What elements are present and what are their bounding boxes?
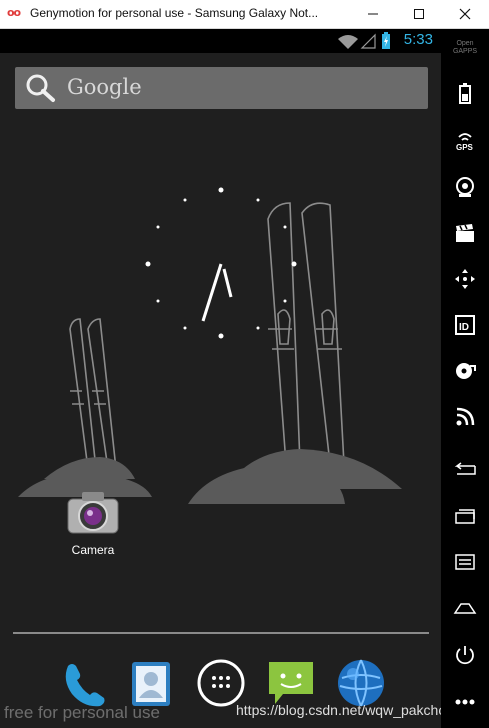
svg-text:ID: ID (459, 322, 469, 333)
move-arrows-icon (455, 269, 475, 289)
home-icon (453, 603, 477, 614)
clock-minute-hand (201, 263, 223, 322)
wallpaper-skis-scene (18, 187, 402, 504)
gps-widget-button[interactable]: GPS (448, 123, 482, 157)
search-placeholder: Google (67, 75, 142, 99)
minimize-button[interactable] (350, 0, 396, 28)
power-icon (456, 646, 474, 665)
clapperboard-icon (456, 224, 474, 242)
more-options-button[interactable] (448, 685, 482, 719)
open-gapps-logo: Open GAPPS (452, 40, 478, 55)
webcam-icon (456, 177, 474, 197)
phone-icon (65, 664, 105, 707)
disk-icon (456, 363, 476, 379)
svg-text:GPS: GPS (456, 143, 474, 151)
identifiers-widget-button[interactable]: ID (448, 308, 482, 342)
id-card-icon: ID (455, 315, 475, 335)
clock-hour-hand (222, 268, 233, 298)
back-button[interactable] (448, 453, 482, 487)
rss-icon (456, 407, 475, 426)
back-arrow-icon (454, 462, 476, 475)
menu-icon (455, 554, 475, 570)
maximize-button[interactable] (396, 0, 442, 28)
battery-charging-icon (382, 32, 390, 49)
webcam-widget-button[interactable] (448, 170, 482, 204)
camera-app-icon[interactable]: Camera (58, 489, 128, 557)
app-grid-icon (197, 659, 245, 707)
disk-io-widget-button[interactable] (448, 354, 482, 388)
close-icon (459, 8, 471, 20)
battery-icon (459, 83, 471, 104)
gps-icon: GPS (456, 133, 474, 151)
watermark-personal-use: free for personal use (4, 703, 160, 722)
status-clock: 5:33 (403, 31, 433, 48)
more-dots-icon (455, 699, 475, 705)
android-screen: 5:33 Google Camera free for personal use… (0, 29, 441, 728)
home-button[interactable] (448, 591, 482, 625)
genymotion-app-icon: oo (7, 6, 21, 19)
window-titlebar: oo Genymotion for personal use - Samsung… (0, 0, 489, 29)
camera-icon (67, 492, 119, 534)
wifi-icon (338, 35, 358, 49)
remote-control-widget-button[interactable] (448, 262, 482, 296)
network-widget-button[interactable] (448, 400, 482, 434)
watermark-blog-url: https://blog.csdn.net/wqw_pakchoi (236, 702, 441, 718)
status-bar: 5:33 (0, 29, 441, 53)
maximize-icon (414, 9, 424, 19)
dock-divider (13, 632, 429, 634)
contacts-icon (132, 662, 170, 706)
screencast-widget-button[interactable] (448, 216, 482, 250)
message-icon (269, 662, 313, 704)
power-button[interactable] (448, 638, 482, 672)
camera-app-label: Camera (71, 543, 115, 557)
menu-button[interactable] (448, 545, 482, 579)
globe-icon (338, 659, 384, 707)
signal-icon (360, 33, 376, 49)
search-icon (26, 74, 55, 102)
genymotion-sidebar: Open GAPPS GPS ID (441, 29, 489, 728)
window-title: Genymotion for personal use - Samsung Ga… (30, 6, 319, 20)
recent-apps-button[interactable] (448, 499, 482, 533)
battery-widget-button[interactable] (448, 76, 482, 110)
google-search-bar[interactable]: Google (15, 67, 428, 109)
recent-apps-icon (455, 509, 475, 524)
close-button[interactable] (442, 0, 488, 28)
minimize-icon (368, 13, 378, 15)
